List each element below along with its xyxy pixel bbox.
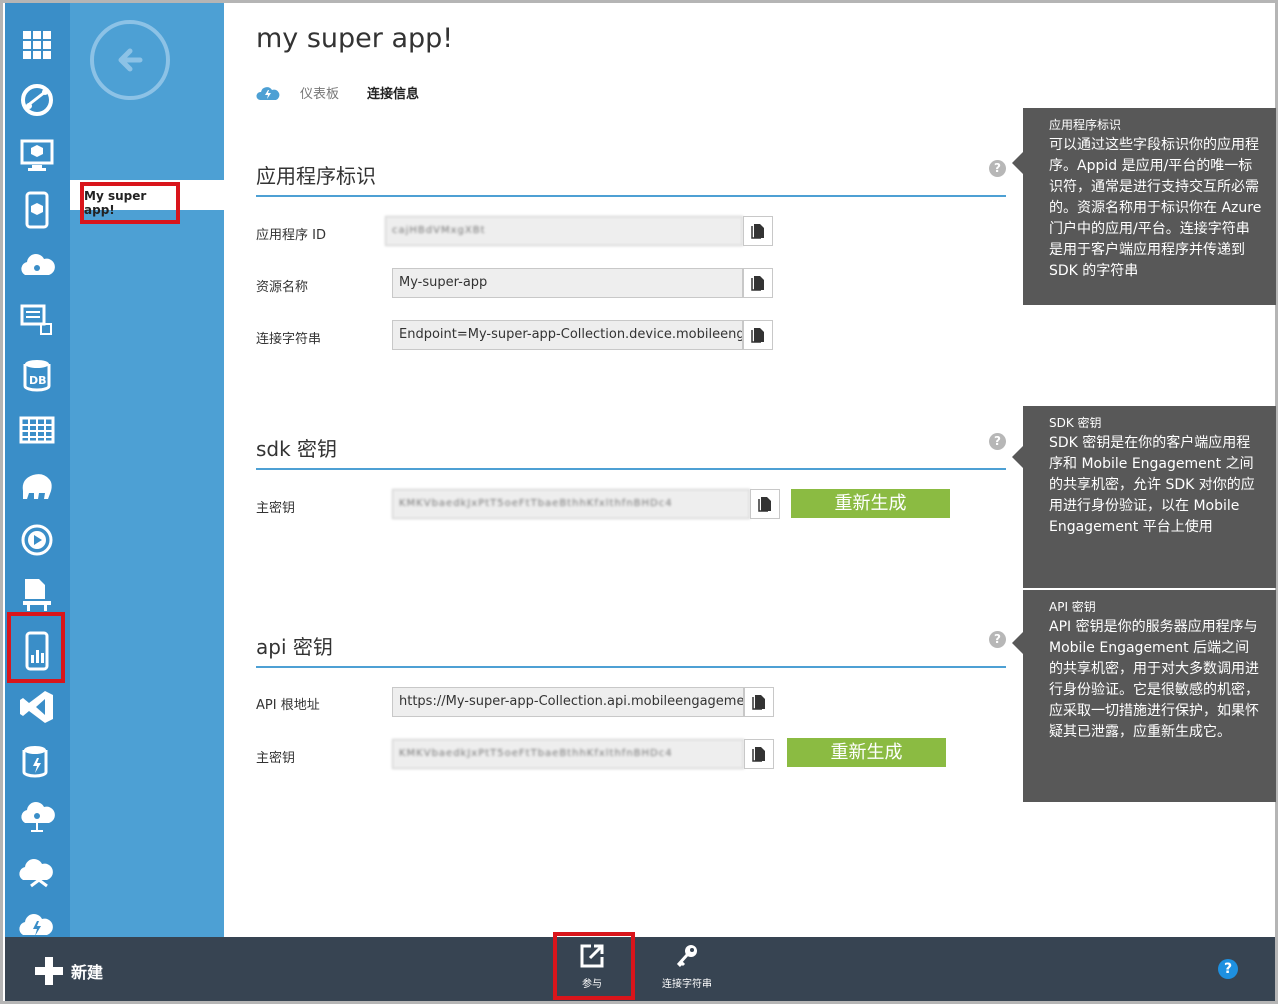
websites-icon[interactable] bbox=[15, 78, 59, 122]
copy-icon bbox=[752, 747, 765, 762]
copy-api-key-button[interactable] bbox=[744, 739, 774, 769]
all-items-icon[interactable] bbox=[15, 23, 59, 67]
back-button[interactable] bbox=[90, 20, 170, 100]
help-icon[interactable]: ? bbox=[989, 160, 1006, 177]
sql-database-icon[interactable]: DB bbox=[15, 353, 59, 397]
copy-app-id-button[interactable] bbox=[743, 216, 773, 246]
tooltip-app-id: 应用程序标识 可以通过这些字段标识你的应用程序。Appid 是应用/平台的唯一标… bbox=[1012, 108, 1276, 305]
cache-icon[interactable] bbox=[15, 740, 59, 784]
batch-icon[interactable] bbox=[15, 298, 59, 342]
visual-studio-icon[interactable] bbox=[15, 685, 59, 729]
field-label-api-key: 主密钥 bbox=[256, 751, 296, 766]
api-key-section: api 密钥 ? bbox=[256, 631, 1006, 668]
new-button-label: 新建 bbox=[71, 963, 104, 982]
sdk-key-field[interactable]: KMKVbaedkJxPtT5oeFtTbaeBthhKfxlthfnBHDc4 bbox=[392, 489, 750, 519]
connection-string-button[interactable]: 连接字符串 bbox=[652, 943, 722, 990]
service-bus-icon[interactable] bbox=[15, 573, 59, 617]
section-title-api: api 密钥 bbox=[256, 631, 1006, 668]
tooltip-sdk: SDK 密钥 SDK 密钥是在你的客户端应用程序和 Mobile Engagem… bbox=[1012, 406, 1276, 588]
back-arrow-icon bbox=[118, 48, 143, 72]
cloud-services-icon[interactable] bbox=[15, 243, 59, 287]
api-root-field[interactable]: https://My-super-app-Collection.api.mobi… bbox=[392, 687, 744, 717]
copy-icon bbox=[752, 695, 765, 710]
copy-icon bbox=[751, 276, 764, 291]
nav-item-label: My super app! bbox=[80, 182, 180, 224]
regenerate-api-key-button[interactable]: 重新生成 bbox=[787, 738, 946, 767]
selected-service-highlight bbox=[7, 612, 65, 683]
command-bar: 新建 参与 连接字符串 ? bbox=[5, 932, 1275, 1001]
svg-text:DB: DB bbox=[29, 374, 47, 387]
tooltip-arrow bbox=[1012, 446, 1023, 468]
page-title: my super app! bbox=[256, 23, 454, 54]
tooltip-body: SDK 密钥是在你的客户端应用程序和 Mobile Engagement 之间的… bbox=[1049, 435, 1255, 535]
copy-api-root-button[interactable] bbox=[744, 687, 774, 717]
media-services-icon[interactable] bbox=[15, 518, 59, 562]
connection-string-field[interactable]: Endpoint=My-super-app-Collection.device.… bbox=[392, 320, 743, 350]
service-rail: DB bbox=[5, 3, 70, 937]
copy-connection-string-button[interactable] bbox=[743, 320, 773, 350]
tooltip-title: 应用程序标识 bbox=[1049, 118, 1122, 132]
app-id-field[interactable]: cajHBdVMxgXBt bbox=[385, 216, 743, 246]
field-label-app-id: 应用程序 ID bbox=[256, 228, 326, 243]
app-id-section: 应用程序标识 ? bbox=[256, 160, 1006, 197]
tooltip-title: SDK 密钥 bbox=[1049, 416, 1102, 430]
copy-icon bbox=[751, 224, 764, 239]
nav-item-my-super-app[interactable]: My super app! bbox=[70, 180, 224, 224]
resource-name-field[interactable]: My-super-app bbox=[392, 268, 743, 298]
tab-connection-info[interactable]: 连接信息 bbox=[367, 83, 419, 102]
tooltip-arrow bbox=[1012, 632, 1023, 654]
help-icon[interactable]: ? bbox=[989, 631, 1006, 648]
section-title-app-id: 应用程序标识 bbox=[256, 160, 1006, 197]
external-link-icon bbox=[580, 944, 604, 968]
networks-icon[interactable] bbox=[15, 795, 59, 839]
tooltip-api: API 密钥 API 密钥是你的服务器应用程序与 Mobile Engageme… bbox=[1012, 590, 1276, 802]
field-label-resource-name: 资源名称 bbox=[256, 280, 309, 295]
mobile-services-icon[interactable] bbox=[15, 188, 59, 232]
help-icon[interactable]: ? bbox=[989, 433, 1006, 450]
key-icon bbox=[676, 945, 697, 968]
traffic-manager-icon[interactable] bbox=[15, 850, 59, 894]
new-button[interactable]: 新建 bbox=[35, 957, 103, 985]
tooltip-body: API 密钥是你的服务器应用程序与 Mobile Engagement 后端之间… bbox=[1049, 619, 1259, 740]
regenerate-sdk-key-button[interactable]: 重新生成 bbox=[791, 489, 950, 518]
app-nav-panel: My super app! bbox=[70, 3, 224, 937]
tooltip-arrow bbox=[1012, 152, 1023, 174]
tab-dashboard[interactable]: 仪表板 bbox=[300, 83, 339, 102]
section-title-sdk: sdk 密钥 bbox=[256, 433, 1006, 470]
sdk-key-section: sdk 密钥 ? bbox=[256, 433, 1006, 470]
copy-sdk-key-button[interactable] bbox=[750, 489, 780, 519]
tab-bar: 仪表板 连接信息 bbox=[256, 83, 419, 102]
connection-string-label: 连接字符串 bbox=[662, 979, 712, 990]
copy-resource-name-button[interactable] bbox=[743, 268, 773, 298]
virtual-machines-icon[interactable] bbox=[15, 133, 59, 177]
storage-icon[interactable] bbox=[15, 408, 59, 452]
help-icon[interactable]: ? bbox=[1218, 959, 1238, 979]
cloud-lightning-icon[interactable] bbox=[256, 84, 280, 102]
tooltip-title: API 密钥 bbox=[1049, 600, 1096, 614]
api-key-field[interactable]: KMKVbaedkJxPtT5oeFtTbaeBthhKfxlthfnBHDc4 bbox=[392, 739, 744, 769]
plus-icon bbox=[35, 957, 63, 985]
main-content: my super app! 仪表板 连接信息 应用程序标识 ? 应用程序 ID … bbox=[224, 3, 1276, 937]
engage-button[interactable]: 参与 bbox=[557, 943, 627, 990]
copy-icon bbox=[751, 328, 764, 343]
field-label-api-root: API 根地址 bbox=[256, 698, 320, 713]
engage-label: 参与 bbox=[582, 979, 602, 990]
field-label-connection-string: 连接字符串 bbox=[256, 332, 322, 347]
field-label-sdk-key: 主密钥 bbox=[256, 501, 296, 516]
hdinsight-icon[interactable] bbox=[15, 463, 59, 507]
tooltip-body: 可以通过这些字段标识你的应用程序。Appid 是应用/平台的唯一标识符，通常是进… bbox=[1049, 137, 1262, 279]
copy-icon bbox=[758, 497, 771, 512]
